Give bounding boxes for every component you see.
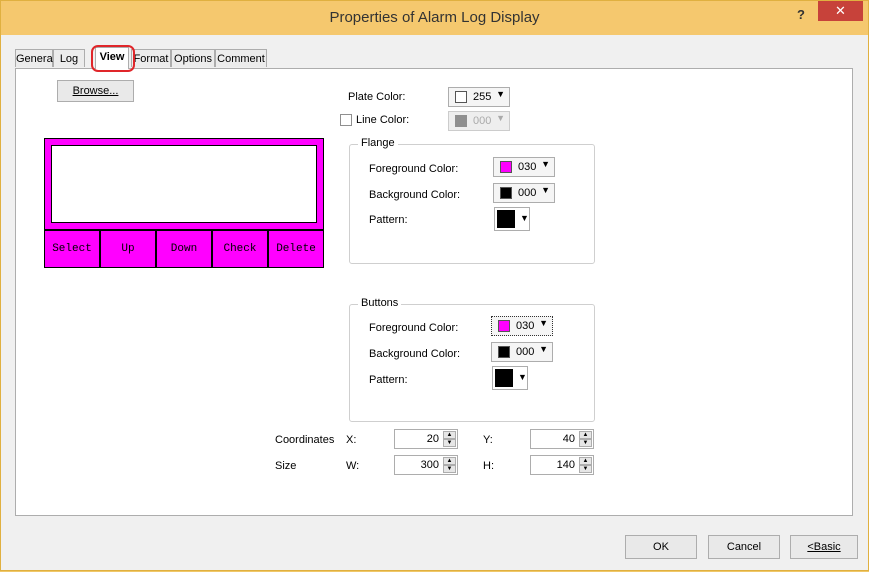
tab-general[interactable]: General	[15, 49, 55, 67]
flange-bg-value: 000	[518, 187, 537, 199]
y-spinbox[interactable]: 40 ▲ ▼	[530, 429, 594, 449]
flange-pattern-swatch	[497, 210, 515, 228]
line-color-dropdown[interactable]: 000 ▼	[448, 111, 510, 131]
line-color-value: 000	[473, 115, 492, 127]
cancel-button[interactable]: Cancel	[708, 535, 780, 559]
buttons-fg-dropdown[interactable]: 030 ▼	[491, 316, 553, 336]
basic-button-label: <Basic	[807, 541, 841, 553]
tab-log[interactable]: Log	[53, 49, 85, 67]
spin-down-icon[interactable]: ▼	[443, 465, 456, 473]
buttons-fg-swatch	[498, 320, 510, 332]
y-label: Y:	[483, 434, 493, 446]
buttons-pattern-label: Pattern:	[369, 374, 408, 386]
line-color-label: Line Color:	[356, 114, 410, 126]
size-label: Size	[275, 460, 297, 472]
highlight-ring	[91, 45, 135, 72]
tab-comment[interactable]: Comment	[215, 49, 267, 67]
w-label: W:	[346, 460, 360, 472]
chevron-down-icon: ▼	[496, 113, 505, 123]
line-color-swatch	[455, 115, 467, 127]
chevron-down-icon: ▼	[539, 344, 548, 354]
h-value: 140	[556, 459, 575, 471]
flange-group-title: Flange	[358, 137, 398, 149]
h-spinbox[interactable]: 140 ▲ ▼	[530, 455, 594, 475]
spin-up-icon[interactable]: ▲	[579, 431, 592, 439]
preview-button-check: Check	[212, 230, 268, 268]
flange-bg-swatch	[500, 187, 512, 199]
flange-bg-dropdown[interactable]: 000 ▼	[493, 183, 555, 203]
plate-color-swatch	[455, 91, 467, 103]
tab-options[interactable]: Options	[171, 49, 215, 67]
properties-dialog: Properties of Alarm Log Display ? ✕ Gene…	[0, 0, 869, 571]
spin-down-icon[interactable]: ▼	[443, 439, 456, 447]
spin-down-icon[interactable]: ▼	[579, 439, 592, 447]
spin-up-icon[interactable]: ▲	[579, 457, 592, 465]
flange-fg-value: 030	[518, 161, 537, 173]
buttons-pattern-dropdown[interactable]: ▼	[492, 366, 528, 390]
chevron-down-icon: ▼	[496, 89, 505, 99]
buttons-group-title: Buttons	[358, 297, 402, 309]
flange-group: Flange	[349, 137, 595, 264]
plate-color-label: Plate Color:	[348, 91, 406, 103]
flange-bg-label: Background Color:	[369, 189, 461, 201]
buttons-fg-value: 030	[516, 320, 535, 332]
preview-button-up: Up	[100, 230, 156, 268]
ok-button[interactable]: OK	[625, 535, 697, 559]
plate-color-dropdown[interactable]: 255 ▼	[448, 87, 510, 107]
buttons-bg-label: Background Color:	[369, 348, 461, 360]
preview-button-delete: Delete	[268, 230, 324, 268]
browse-button-label: Browse...	[72, 85, 119, 97]
close-button[interactable]: ✕	[818, 1, 863, 21]
tab-format[interactable]: Format	[131, 49, 171, 67]
basic-button[interactable]: <Basic	[790, 535, 858, 559]
line-color-checkbox[interactable]	[340, 114, 352, 126]
title-bar[interactable]: Properties of Alarm Log Display ? ✕	[1, 1, 868, 35]
preview-button-down: Down	[156, 230, 212, 268]
flange-fg-label: Foreground Color:	[369, 163, 459, 175]
preview-button-select: Select	[44, 230, 100, 268]
plate-color-value: 255	[473, 91, 492, 103]
dialog-title: Properties of Alarm Log Display	[329, 9, 540, 26]
x-spinbox[interactable]: 20 ▲ ▼	[394, 429, 458, 449]
preview-plate	[51, 145, 317, 223]
help-button[interactable]: ?	[791, 7, 811, 27]
flange-fg-swatch	[500, 161, 512, 173]
chevron-down-icon: ▼	[541, 159, 550, 169]
w-value: 300	[420, 459, 439, 471]
buttons-bg-swatch	[498, 346, 510, 358]
buttons-pattern-swatch	[495, 369, 513, 387]
spin-down-icon[interactable]: ▼	[579, 465, 592, 473]
h-label: H:	[483, 460, 494, 472]
x-label: X:	[346, 434, 357, 446]
coordinates-label: Coordinates	[275, 434, 335, 446]
buttons-bg-dropdown[interactable]: 000 ▼	[491, 342, 553, 362]
w-spinbox[interactable]: 300 ▲ ▼	[394, 455, 458, 475]
chevron-down-icon: ▼	[518, 372, 527, 382]
chevron-down-icon: ▼	[539, 318, 548, 328]
flange-pattern-label: Pattern:	[369, 214, 408, 226]
flange-pattern-dropdown[interactable]: ▼	[494, 207, 530, 231]
spin-up-icon[interactable]: ▲	[443, 457, 456, 465]
preview-flange	[44, 138, 324, 230]
flange-fg-dropdown[interactable]: 030 ▼	[493, 157, 555, 177]
y-value: 40	[562, 433, 575, 445]
spin-up-icon[interactable]: ▲	[443, 431, 456, 439]
buttons-fg-label: Foreground Color:	[369, 322, 459, 334]
alarm-log-preview: Select Up Down Check Delete	[44, 138, 324, 268]
buttons-bg-value: 000	[516, 346, 535, 358]
browse-button[interactable]: Browse...	[57, 80, 134, 102]
x-value: 20	[426, 433, 439, 445]
chevron-down-icon: ▼	[541, 185, 550, 195]
chevron-down-icon: ▼	[520, 213, 529, 223]
